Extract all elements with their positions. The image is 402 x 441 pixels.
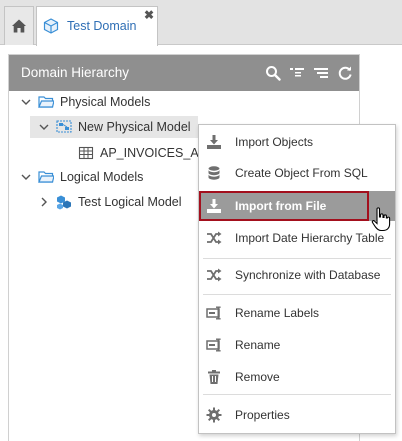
search-icon[interactable] — [265, 65, 281, 81]
context-menu: Import Objects Create Object From SQL Im… — [198, 124, 396, 434]
menu-item-create-object-from-sql[interactable]: Create Object From SQL — [199, 158, 395, 188]
tree-label: AP_INVOICES_AL — [100, 146, 206, 160]
rename-icon — [206, 306, 221, 320]
tree-item-ap-invoices[interactable]: AP_INVOICES_AL — [78, 142, 206, 164]
shuffle-icon — [207, 268, 222, 282]
menu-item-rename-labels[interactable]: Rename Labels — [199, 298, 395, 328]
menu-item-import-date-hierarchy-table[interactable]: Import Date Hierarchy Table — [199, 223, 395, 253]
import-icon — [207, 135, 221, 149]
folder-icon — [38, 96, 54, 108]
import-icon — [207, 199, 221, 213]
menu-item-remove[interactable]: Remove — [199, 362, 395, 392]
menu-item-import-objects[interactable]: Import Objects — [199, 127, 395, 157]
tree-item-new-physical-model[interactable]: New Physical Model — [30, 116, 198, 138]
folder-icon — [38, 171, 54, 183]
panel-title: Domain Hierarchy — [21, 65, 130, 80]
menu-item-synchronize-with-database[interactable]: Synchronize with Database — [199, 260, 395, 290]
tree-label: Test Logical Model — [78, 195, 182, 209]
tree-item-physical-models[interactable]: Physical Models — [20, 91, 150, 113]
tab-home[interactable] — [4, 6, 34, 45]
logical-model-icon — [57, 195, 71, 210]
tree-item-test-logical-model[interactable]: Test Logical Model — [38, 191, 182, 213]
close-icon[interactable]: ✖ — [144, 9, 154, 21]
gear-icon — [206, 407, 222, 423]
rename-icon — [206, 338, 221, 352]
table-icon — [78, 146, 94, 160]
tab-label: Test Domain — [67, 19, 137, 33]
tab-bar: Test Domain ✖ — [0, 0, 402, 46]
shuffle-icon — [207, 231, 222, 245]
menu-item-properties[interactable]: Properties — [199, 400, 395, 430]
panel-header: Domain Hierarchy — [9, 55, 359, 91]
menu-item-import-from-file[interactable]: Import from File — [199, 191, 395, 221]
trash-icon — [208, 370, 220, 384]
chevron-right-icon[interactable] — [38, 196, 50, 208]
menu-separator — [203, 294, 391, 295]
collapse-all-icon[interactable] — [289, 65, 305, 81]
tree-label: Logical Models — [60, 170, 144, 184]
hand-cursor-icon — [371, 207, 391, 232]
chevron-down-icon[interactable] — [20, 96, 32, 108]
tree-label: Physical Models — [60, 95, 151, 109]
database-icon — [208, 166, 220, 180]
filter-list-icon[interactable] — [313, 65, 329, 81]
home-icon — [12, 19, 26, 33]
refresh-icon[interactable] — [337, 65, 353, 81]
domain-cube-icon — [43, 18, 59, 34]
menu-separator — [203, 258, 391, 259]
chevron-down-icon[interactable] — [20, 171, 32, 183]
tree-label: New Physical Model — [78, 120, 191, 134]
chevron-down-icon[interactable] — [38, 121, 50, 133]
menu-item-rename[interactable]: Rename — [199, 330, 395, 360]
tab-test-domain[interactable]: Test Domain ✖ — [36, 6, 158, 46]
menu-separator — [203, 394, 391, 395]
physical-model-icon — [56, 120, 72, 133]
tree-item-logical-models[interactable]: Logical Models — [20, 166, 143, 188]
